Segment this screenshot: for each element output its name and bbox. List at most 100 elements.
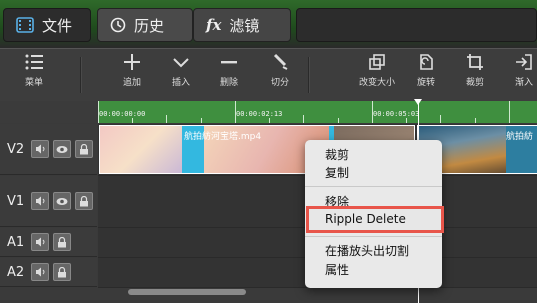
track-header-spacer [0,101,97,123]
eye-icon [56,197,68,205]
track-header-v1: V1 [0,176,97,227]
ruler-tick [509,101,510,123]
toolbar-divider [308,57,310,93]
resize-label: 改变大小 [358,78,395,88]
ruler-tick [166,115,167,123]
lock-button[interactable] [75,192,93,210]
tab-history-label: 历史 [134,16,165,35]
clip-thumbnail [100,126,182,173]
ripple-delete-label: Ripple Delete [325,212,406,226]
menu-separator [305,186,442,187]
track-header-a2: A2 [0,258,97,287]
menu-item-split-at-playhead[interactable]: 在播放头出切割 [325,242,409,259]
speaker-icon [35,237,44,247]
ruler-tick [475,118,476,123]
split-icon [273,53,288,70]
menu-item-properties[interactable]: 属性 [325,261,349,278]
playhead-handle[interactable] [414,99,422,105]
mute-button[interactable] [31,263,49,281]
split-button[interactable]: 切分 [258,53,302,88]
crop-button[interactable]: 裁剪 [453,53,497,88]
delete-label: 删除 [219,78,238,88]
horizontal-scrollbar[interactable] [128,289,246,295]
menu-item-crop[interactable]: 裁剪 [325,146,349,163]
insert-button[interactable]: 插入 [159,53,203,88]
tab-history[interactable]: 历史 [97,8,193,42]
track-name: V1 [7,193,25,209]
insert-label: 插入 [171,78,190,88]
minus-icon [221,61,237,64]
ruler-tick [132,118,133,123]
menu-button[interactable]: 菜单 [12,53,56,88]
fade-in-button[interactable]: 渐入 [502,53,537,88]
lock-icon [58,266,66,277]
speaker-icon [35,144,44,154]
ruler-tick [406,118,407,123]
tab-filters[interactable]: fx 滤镜 [193,8,291,42]
speaker-icon [35,267,44,277]
plus-icon [124,54,140,70]
append-label: 追加 [122,78,141,88]
lock-icon [80,195,88,206]
menu-label: 菜单 [24,78,43,88]
resize-button[interactable]: 改变大小 [355,53,399,88]
speaker-icon [35,196,44,206]
lock-button[interactable] [75,140,93,158]
clip-filename: 航拍紡 [506,132,534,142]
tab-files-label: 文件 [42,16,73,35]
track-header-v2: V2 [0,124,97,175]
visibility-button[interactable] [53,192,71,210]
mute-button[interactable] [31,233,49,251]
rotate-label: 旋转 [416,78,435,88]
crop-label: 裁剪 [465,78,484,88]
toolbar-divider [80,57,82,93]
ruler-tick [338,118,339,123]
fade-in-label: 渐入 [514,78,533,88]
split-label: 切分 [270,78,289,88]
rotate-icon [420,54,433,70]
tab-filters-label: 滤镜 [229,16,260,35]
tab-bar: 文件 历史 fx 滤镜 [0,0,537,48]
eye-icon [56,145,68,153]
clock-icon [110,17,126,33]
ruler-tick [235,101,236,123]
timeline-toolbar: 菜单 追加 插入 删除 切分 改变大小 旋转 裁剪 渐入 [0,48,537,101]
chevron-down-icon [173,58,189,68]
menu-item-ripple-delete[interactable]: Ripple Delete [306,206,444,233]
lock-button[interactable] [53,233,71,251]
fx-icon: fx [206,16,222,34]
ruler-time-2: 00:00:05:03 [373,110,420,118]
ruler-tick [98,101,99,123]
ruler-tick [201,118,202,123]
ruler-tick [440,115,441,123]
track-name: V2 [7,141,25,157]
tab-files[interactable]: 文件 [3,8,91,42]
track-name: A2 [7,264,25,280]
clip-filename: 航拍紡河宝塔.mp4 [184,132,262,142]
mute-button[interactable] [31,140,49,158]
rotate-button[interactable]: 旋转 [404,53,448,88]
ruler-tick [303,115,304,123]
ruler-time-0: 00:00:00:00 [99,110,146,118]
mute-button[interactable] [31,192,49,210]
menu-item-copy[interactable]: 复制 [325,164,349,181]
ruler-tick [372,101,373,123]
ruler-tick [269,118,270,123]
film-icon [16,17,34,33]
fade-in-icon [516,54,532,70]
menu-separator [305,236,442,237]
timeline-ruler[interactable]: 00:00:00:00 00:00:02:13 00:00:05:03 [98,101,537,123]
list-icon [25,54,43,70]
delete-button[interactable]: 删除 [207,53,251,88]
append-button[interactable]: 追加 [110,53,154,88]
track-name: A1 [7,234,25,250]
resize-icon [369,54,385,70]
crop-icon [467,54,483,70]
lock-icon [58,236,66,247]
ruler-time-1: 00:00:02:13 [236,110,283,118]
track-header-a1: A1 [0,228,97,257]
lock-button[interactable] [53,263,71,281]
tab-empty-area [296,8,537,42]
visibility-button[interactable] [53,140,71,158]
lock-icon [80,143,88,154]
